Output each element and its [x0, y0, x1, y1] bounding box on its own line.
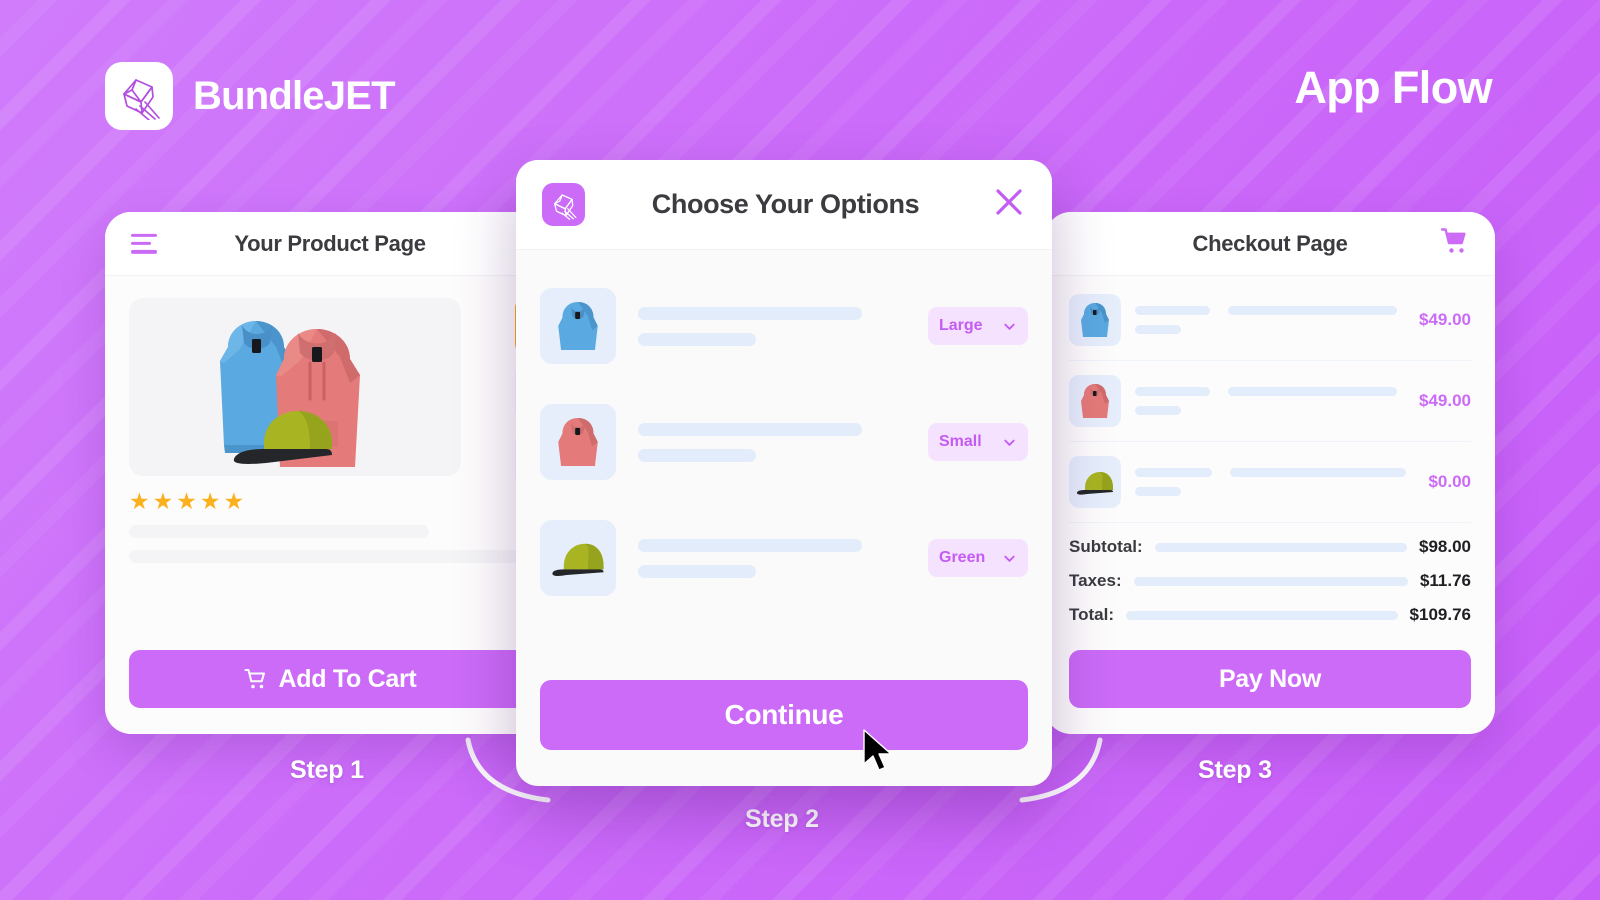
option-thumbnail [540, 520, 616, 596]
line-item-thumbnail [1069, 375, 1121, 427]
modal-header: Choose Your Options [516, 160, 1052, 250]
placeholder-bar [1227, 387, 1397, 396]
brand-logo-icon [105, 62, 173, 130]
placeholder-bar [1135, 406, 1181, 415]
checkout-total-row: Subtotal: $98.00 [1069, 537, 1471, 557]
option-row: Large [540, 276, 1028, 376]
shopping-cart-icon [244, 669, 265, 689]
step-label-2: Step 2 [745, 805, 819, 833]
star-icon: ★ [199, 488, 221, 514]
product-page-body: ★ ★ ★ ★ ★ [105, 276, 555, 563]
checkout-line-items: $49.00 $49.00 $0.00 Subtotal: $98.00 Tax… [1045, 276, 1495, 625]
placeholder-bar [1133, 576, 1408, 586]
checkout-page-card: Checkout Page $49.00 $49.00 $0.00 Subtot… [1045, 212, 1495, 734]
option-select-size[interactable]: Large [928, 307, 1028, 345]
line-item-price: $49.00 [1419, 391, 1471, 410]
chevron-down-icon [1004, 439, 1015, 446]
placeholder-bar [1126, 610, 1398, 620]
placeholder-bar [1135, 468, 1213, 477]
checkout-line-item: $0.00 [1069, 442, 1471, 523]
checkout-line-item: $49.00 [1069, 280, 1471, 361]
option-select-value: Large [939, 317, 983, 334]
option-select-size[interactable]: Small [928, 423, 1028, 461]
brand-lockup: BundleJET [105, 62, 396, 130]
placeholder-bar [1135, 306, 1210, 315]
total-value: $98.00 [1419, 537, 1471, 556]
line-item-placeholders [1135, 306, 1397, 334]
option-placeholders [638, 422, 906, 462]
line-item-thumbnail [1069, 294, 1121, 346]
total-value: $11.76 [1419, 571, 1471, 590]
line-item-price: $0.00 [1428, 472, 1471, 491]
product-description-placeholder [129, 525, 429, 538]
total-label: Taxes: [1069, 571, 1122, 590]
line-item-placeholders [1135, 468, 1407, 496]
step-label-3: Step 3 [1198, 756, 1272, 784]
product-description-placeholder [129, 550, 529, 563]
modal-title: Choose Your Options [651, 189, 920, 219]
continue-button[interactable]: Continue [540, 680, 1028, 750]
pay-now-label: Pay Now [1218, 664, 1322, 693]
product-rating-stars: ★ ★ ★ ★ ★ [129, 490, 531, 513]
placeholder-bar [1135, 325, 1181, 334]
line-item-price: $49.00 [1419, 310, 1471, 329]
add-to-cart-button[interactable]: Add To Cart [129, 650, 531, 708]
hamburger-menu-icon[interactable] [131, 233, 161, 254]
brand-name: BundleJET [193, 73, 396, 118]
star-icon: ★ [176, 488, 197, 514]
placeholder-bar [638, 422, 862, 436]
product-page-card: Your Product Page ★ ★ ★ ★ ★ Add To Cart [105, 212, 555, 734]
shopping-cart-icon[interactable] [1440, 227, 1471, 260]
placeholder-bar [638, 448, 756, 462]
option-select-value: Small [939, 433, 982, 450]
product-page-title: Your Product Page [234, 230, 426, 256]
choose-options-modal: Choose Your Options Large Small Green Co… [516, 160, 1052, 786]
chevron-down-icon [1004, 323, 1015, 330]
placeholder-bar [638, 306, 862, 320]
star-icon: ★ [129, 488, 150, 514]
total-label: Total: [1069, 605, 1115, 624]
option-row: Small [540, 392, 1028, 492]
checkout-total-row: Taxes: $11.76 [1069, 571, 1471, 591]
step-label-1: Step 1 [290, 756, 364, 784]
total-label: Subtotal: [1069, 537, 1143, 556]
chevron-down-icon [1004, 555, 1015, 562]
option-placeholders [638, 538, 906, 578]
placeholder-bar [638, 332, 756, 346]
checkout-total-row: Total: $109.76 [1069, 605, 1471, 625]
line-item-thumbnail [1069, 456, 1121, 508]
close-x-icon[interactable] [992, 185, 1026, 224]
placeholder-bar [1227, 306, 1397, 315]
checkout-page-title: Checkout Page [1192, 230, 1348, 256]
checkout-line-item: $49.00 [1069, 361, 1471, 442]
placeholder-bar [1135, 487, 1181, 496]
placeholder-bar [1135, 387, 1210, 396]
total-value: $109.76 [1409, 605, 1471, 624]
placeholder-bar [638, 564, 756, 578]
placeholder-bar [1154, 542, 1407, 552]
star-icon: ★ [223, 488, 245, 514]
modal-footer: Continue [516, 680, 1052, 786]
placeholder-bar [1230, 468, 1407, 477]
option-select-color[interactable]: Green [928, 539, 1028, 577]
option-placeholders [638, 306, 906, 346]
line-item-placeholders [1135, 387, 1397, 415]
placeholder-bar [638, 538, 862, 552]
option-row: Green [540, 508, 1028, 608]
modal-options-list: Large Small Green [516, 250, 1052, 680]
app-flow-graphic: BundleJET App Flow Your Product Page ★ ★… [0, 0, 1600, 900]
star-icon: ★ [152, 488, 174, 514]
add-to-cart-label: Add To Cart [278, 664, 417, 693]
page-title: App Flow [1294, 62, 1492, 113]
pay-now-button[interactable]: Pay Now [1069, 650, 1471, 708]
checkout-page-header: Checkout Page [1045, 212, 1495, 276]
option-thumbnail [540, 288, 616, 364]
option-thumbnail [540, 404, 616, 480]
product-page-header: Your Product Page [105, 212, 555, 276]
product-hero-image [129, 298, 461, 476]
option-select-value: Green [939, 549, 986, 566]
